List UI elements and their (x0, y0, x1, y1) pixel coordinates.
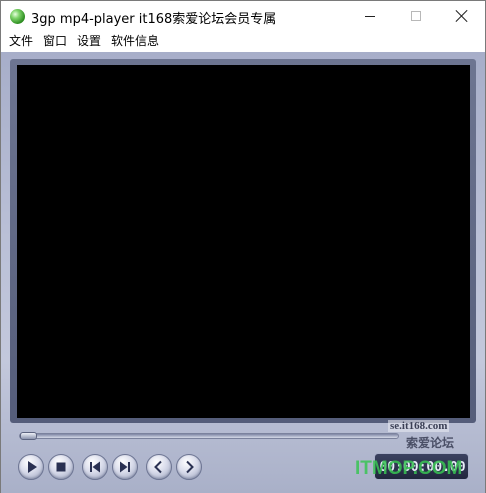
close-icon (456, 10, 468, 22)
app-window: 3gp mp4-player it168索爱论坛会员专属 文件 窗口 设置 软件… (0, 0, 486, 493)
play-icon (28, 461, 37, 473)
chevron-left-icon (154, 460, 162, 474)
watermark-url: se.it168.com (388, 420, 450, 432)
rewind-button[interactable] (146, 454, 172, 480)
close-button[interactable] (439, 1, 485, 31)
title-bar[interactable]: 3gp mp4-player it168索爱论坛会员专属 (1, 1, 485, 31)
menu-window[interactable]: 窗口 (38, 31, 72, 51)
skip-forward-icon (120, 461, 130, 473)
seek-bar[interactable] (19, 433, 399, 439)
chevron-right-icon (186, 460, 194, 474)
next-button[interactable] (112, 454, 138, 480)
menu-about[interactable]: 软件信息 (106, 31, 164, 51)
skip-back-icon (90, 461, 100, 473)
seek-thumb[interactable] (20, 432, 37, 440)
watermark-logo: ITMOP.COM (355, 458, 463, 479)
player-panel: 00:00:00.00 se.it168.com 索爱论坛 ITMOP.COM (1, 52, 485, 493)
window-title: 3gp mp4-player it168索爱论坛会员专属 (31, 12, 277, 27)
menu-file[interactable]: 文件 (4, 31, 38, 51)
watermark-site-name: 索爱论坛 (406, 436, 455, 450)
stop-button[interactable] (48, 454, 74, 480)
app-icon (10, 9, 25, 24)
maximize-button[interactable] (393, 1, 439, 31)
video-display[interactable] (17, 65, 470, 418)
stop-icon (56, 462, 66, 472)
maximize-icon (411, 11, 421, 21)
previous-button[interactable] (82, 454, 108, 480)
menu-settings[interactable]: 设置 (72, 31, 106, 51)
menu-bar: 文件 窗口 设置 软件信息 (1, 31, 485, 51)
play-button[interactable] (18, 454, 44, 480)
minimize-icon (365, 15, 375, 17)
forward-button[interactable] (176, 454, 202, 480)
minimize-button[interactable] (347, 1, 393, 31)
